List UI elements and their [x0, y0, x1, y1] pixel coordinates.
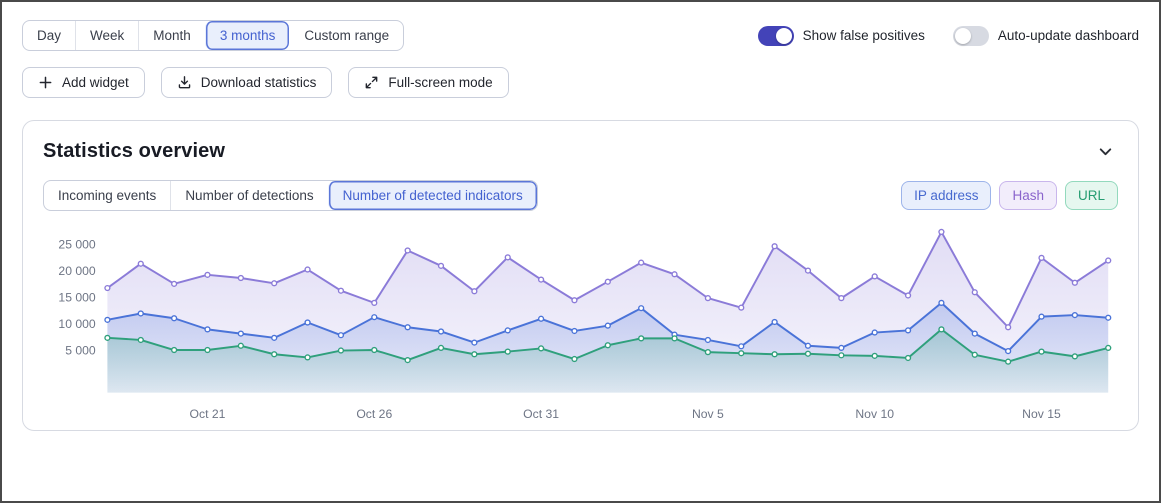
svg-text:Nov 5: Nov 5	[692, 407, 724, 421]
tab-incoming-events[interactable]: Incoming events	[44, 181, 170, 210]
svg-text:Oct 21: Oct 21	[190, 407, 226, 421]
add-widget-label: Add widget	[62, 75, 129, 90]
download-statistics-button[interactable]: Download statistics	[160, 67, 333, 98]
svg-text:15 000: 15 000	[58, 290, 95, 304]
tab-number-of-detected-indicators[interactable]: Number of detected indicators	[327, 181, 537, 210]
range-tab-week[interactable]: Week	[75, 21, 138, 50]
add-widget-button[interactable]: Add widget	[22, 67, 145, 98]
show-false-positives-toggle[interactable]: Show false positives	[757, 25, 925, 46]
top-bar: Day Week Month 3 months Custom range Sho…	[22, 20, 1139, 51]
badge-ip-address[interactable]: IP address	[901, 181, 992, 210]
indicator-type-legend: IP address Hash URL	[901, 181, 1118, 210]
toggle-knob	[954, 27, 971, 44]
svg-text:Oct 26: Oct 26	[356, 407, 392, 421]
chevron-down-icon	[1097, 148, 1114, 163]
card-header: Statistics overview	[43, 139, 1118, 164]
collapse-card-button[interactable]	[1093, 139, 1118, 164]
plus-icon	[38, 75, 53, 90]
toggle-label: Auto-update dashboard	[997, 28, 1139, 43]
toggle-label: Show false positives	[802, 28, 925, 43]
full-screen-mode-label: Full-screen mode	[388, 75, 493, 90]
statistics-overview-card: Statistics overview Incoming events Numb…	[22, 120, 1139, 431]
badge-url[interactable]: URL	[1064, 181, 1118, 210]
dashboard: Day Week Month 3 months Custom range Sho…	[0, 0, 1161, 503]
range-tab-month[interactable]: Month	[138, 21, 205, 50]
metric-tabs: Incoming events Number of detections Num…	[43, 180, 538, 211]
range-tab-day[interactable]: Day	[23, 21, 75, 50]
svg-text:25 000: 25 000	[58, 238, 95, 252]
svg-text:Nov 15: Nov 15	[1022, 407, 1061, 421]
fullscreen-icon	[364, 75, 379, 90]
download-statistics-label: Download statistics	[200, 75, 317, 90]
toggle-group: Show false positives Auto-update dashboa…	[757, 25, 1139, 46]
range-tab-custom-range[interactable]: Custom range	[289, 21, 403, 50]
auto-update-dashboard-toggle[interactable]: Auto-update dashboard	[952, 25, 1139, 46]
range-tab-3-months[interactable]: 3 months	[204, 21, 290, 50]
svg-text:10 000: 10 000	[58, 317, 95, 331]
tab-number-of-detections[interactable]: Number of detections	[170, 181, 327, 210]
toggle-switch[interactable]	[952, 25, 989, 46]
statistics-chart: 5 000 10 000 15 000 20 000 25 000 Oct 21 Oct 2…	[43, 219, 1118, 426]
time-range-selector: Day Week Month 3 months Custom range	[22, 20, 405, 51]
toggle-switch[interactable]	[757, 25, 794, 46]
actions-bar: Add widget Download statistics Full-scre…	[22, 67, 1139, 98]
svg-text:20 000: 20 000	[58, 264, 95, 278]
svg-text:5 000: 5 000	[65, 343, 96, 357]
svg-text:Oct 31: Oct 31	[523, 407, 559, 421]
chart-svg: 5 000 10 000 15 000 20 000 25 000 Oct 21 Oct 2…	[58, 228, 1112, 421]
card-tabs-row: Incoming events Number of detections Num…	[43, 180, 1118, 211]
download-icon	[177, 75, 192, 90]
page-title: Statistics overview	[43, 140, 225, 162]
full-screen-mode-button[interactable]: Full-screen mode	[348, 67, 509, 98]
badge-hash[interactable]: Hash	[999, 181, 1057, 210]
svg-text:Nov 10: Nov 10	[855, 407, 894, 421]
toggle-knob	[775, 27, 792, 44]
